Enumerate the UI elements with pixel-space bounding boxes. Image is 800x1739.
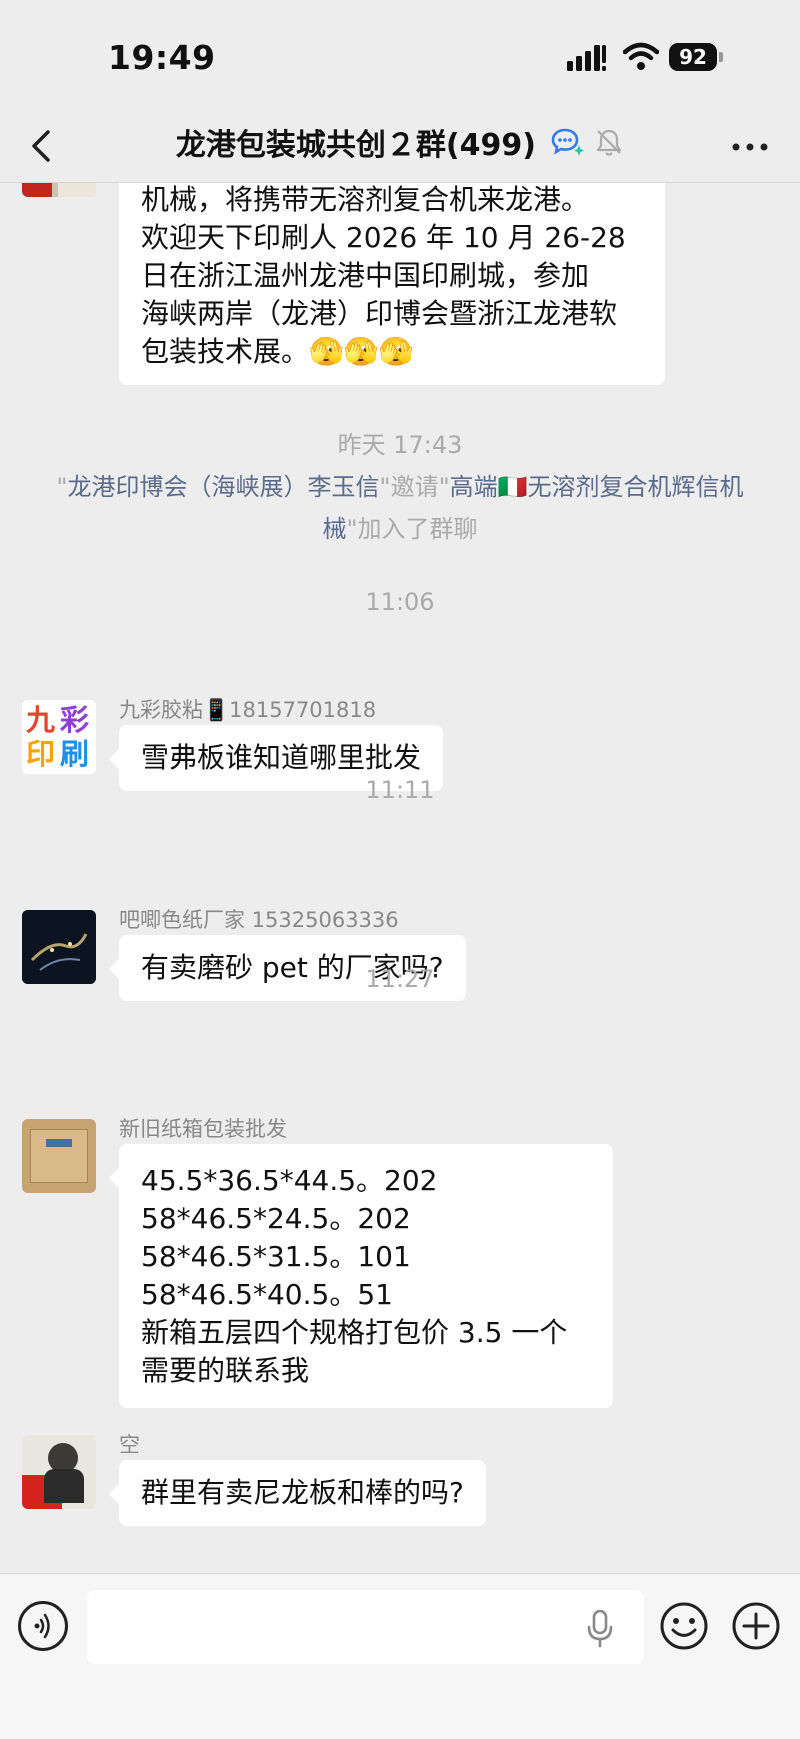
battery-level: 92 [669, 43, 717, 71]
emoji-icon[interactable] [659, 1601, 709, 1651]
chat-message-list[interactable]: 龙港印博会展商邀约｜江苏江阴辉信 机械，将携带无溶剂复合机来龙港。 欢迎天下印刷… [0, 183, 800, 1573]
avatar[interactable]: 九 彩 印 刷 [22, 700, 96, 774]
status-bar: 19:49 92 [0, 0, 800, 110]
message-item: 空 群里有卖尼龙板和棒的吗? [22, 1433, 782, 1560]
status-time: 19:49 [108, 38, 216, 77]
avatar[interactable] [22, 183, 96, 197]
sender-name: 新旧纸箱包装批发 [119, 1117, 287, 1141]
sender-name: 空 [119, 1433, 140, 1457]
cellular-signal-icon [567, 45, 606, 71]
timestamp: 11:27 [365, 965, 435, 993]
timestamp: 昨天 17:43 [337, 431, 463, 459]
message-item: 龙港印博会展商邀约｜江苏江阴辉信 机械，将携带无溶剂复合机来龙港。 欢迎天下印刷… [22, 183, 782, 423]
battery-icon: 92 [669, 43, 725, 71]
more-icon[interactable] [730, 132, 770, 162]
message-item: 九 彩 印 刷 九彩胶粘📱18157701818 雪弗板谁知道哪里批发 [22, 698, 782, 825]
avatar[interactable] [22, 1119, 96, 1193]
message-bubble[interactable]: 龙港印博会展商邀约｜江苏江阴辉信 机械，将携带无溶剂复合机来龙港。 欢迎天下印刷… [119, 183, 665, 385]
timestamp: 11:11 [365, 776, 435, 804]
sender-name: 九彩胶粘📱18157701818 [119, 698, 377, 722]
ai-chat-icon[interactable] [551, 127, 585, 157]
inviter-name[interactable]: 龙港印博会（海峡展）李玉信 [68, 473, 380, 501]
voice-icon[interactable] [18, 1601, 68, 1651]
plus-icon[interactable] [731, 1601, 781, 1651]
chat-title-area[interactable]: 龙港包装城共创２群(499) [0, 120, 800, 172]
microphone-icon[interactable] [585, 1608, 615, 1648]
message-bubble[interactable]: 45.5*36.5*44.5。202 58*46.5*24.5。202 58*4… [109, 1144, 613, 1408]
message-input[interactable] [87, 1590, 644, 1664]
sender-name: 吧唧色纸厂家 15325063336 [119, 908, 399, 932]
message-bubble[interactable]: 群里有卖尼龙板和棒的吗? [109, 1460, 486, 1526]
chat-title: 龙港包装城共创２群(499) [175, 128, 536, 163]
avatar[interactable] [22, 1435, 96, 1509]
message-item: 新旧纸箱包装批发 45.5*36.5*44.5。202 58*46.5*24.5… [22, 1117, 782, 1409]
wifi-icon [623, 42, 659, 70]
system-notice: "龙港印博会（海峡展）李玉信"邀请"高端🇮🇹无溶剂复合机辉信机械"加入了群聊 [56, 473, 744, 543]
input-bar [0, 1573, 800, 1739]
mute-bell-icon [597, 129, 622, 156]
timestamp: 11:06 [365, 588, 435, 616]
chat-header: 龙港包装城共创２群(499) [0, 110, 800, 183]
